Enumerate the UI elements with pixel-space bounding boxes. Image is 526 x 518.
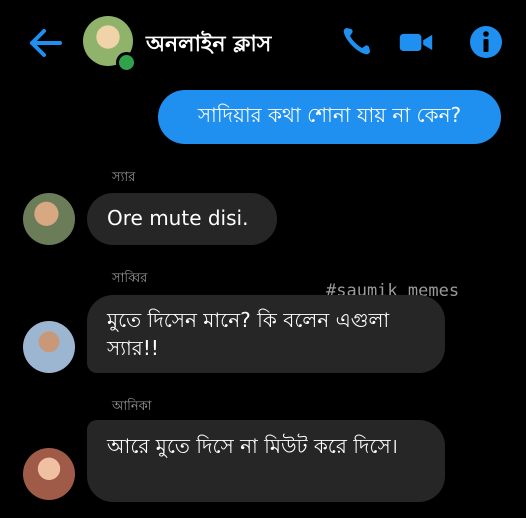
info-icon[interactable] [468, 24, 504, 60]
sender-avatar[interactable] [23, 321, 75, 373]
sender-name: সাব্বির [112, 271, 148, 286]
online-status-dot [116, 52, 137, 73]
sender-avatar[interactable] [23, 448, 75, 500]
video-camera-icon[interactable] [398, 24, 434, 60]
incoming-message-bubble[interactable]: মুতে দিসেন মানে? কি বলেন এগুলা স্যার!! [87, 295, 445, 373]
sender-name: স্যার [112, 170, 136, 185]
chat-title[interactable]: অনলাইন ক্লাস [146, 27, 271, 64]
outgoing-message-bubble[interactable]: সাদিয়ার কথা শোনা যায় না কেন? [158, 90, 501, 144]
phone-icon[interactable] [338, 24, 374, 60]
chat-header: অনলাইন ক্লাস [0, 0, 526, 84]
incoming-message-bubble[interactable]: আরে মুতে দিসে না মিউট করে দিসে। [87, 420, 445, 502]
incoming-message-bubble[interactable]: Ore mute disi. [87, 193, 277, 245]
sender-name: আনিকা [112, 399, 152, 414]
arrow-left-icon[interactable] [28, 26, 64, 60]
sender-avatar[interactable] [23, 193, 75, 245]
